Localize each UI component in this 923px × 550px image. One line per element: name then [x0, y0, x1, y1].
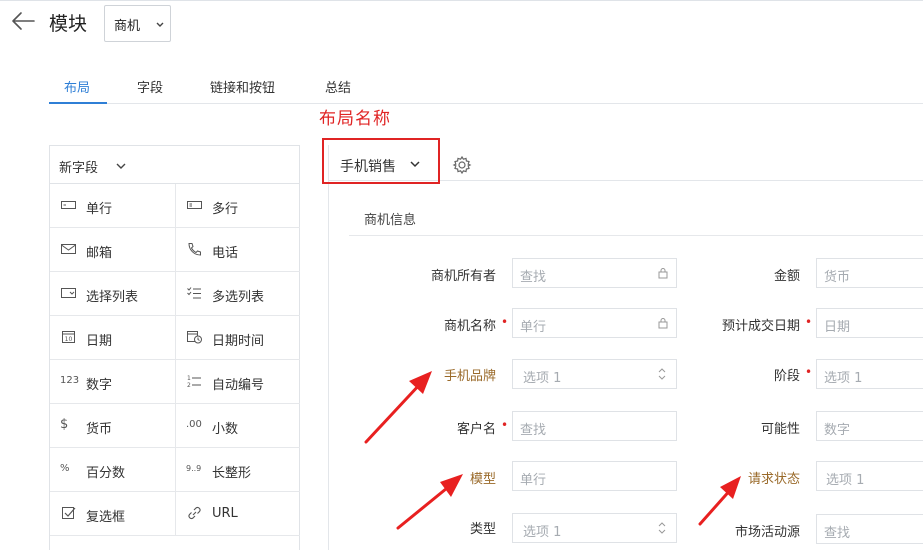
- autonumber-icon: 12: [187, 375, 201, 388]
- field-type-decimal[interactable]: .00 小数: [175, 404, 300, 448]
- field-label-phone-brand: 手机品牌: [443, 369, 496, 384]
- field-type-url[interactable]: URL: [175, 492, 300, 536]
- multi-line-icon: [187, 201, 202, 209]
- field-type-single-line[interactable]: 单行: [50, 184, 175, 228]
- field-type-date[interactable]: 10 日期: [50, 316, 175, 360]
- annotation-arrow: [364, 371, 432, 444]
- field-type-multiselect[interactable]: 多选列表: [175, 272, 300, 316]
- field-label-campaign-source: 市场活动源: [734, 525, 800, 540]
- field-input-opportunity-name[interactable]: 单行: [512, 308, 677, 338]
- field-label-opportunity-owner: 商机所有者: [430, 269, 496, 284]
- field-input-probability[interactable]: 数字: [816, 411, 923, 441]
- field-input-phone-brand[interactable]: 选项 1: [512, 359, 677, 389]
- phone-icon: [188, 243, 201, 256]
- top-bar: 模块 商机: [0, 0, 923, 46]
- long-integer-icon: 9..9: [186, 464, 202, 473]
- field-input-expected-close-date[interactable]: 日期: [816, 308, 923, 338]
- tab-layout[interactable]: 布局: [64, 77, 90, 96]
- chevron-down-icon: [116, 163, 126, 169]
- tab-links-buttons[interactable]: 链接和按钮: [210, 77, 275, 96]
- tab-fields[interactable]: 字段: [137, 77, 163, 96]
- picklist-icon: [61, 288, 76, 298]
- page-title: 模块: [49, 13, 88, 35]
- field-type-email[interactable]: 邮箱: [50, 228, 175, 272]
- section-divider: [349, 235, 923, 236]
- spinner-icon: [658, 522, 666, 534]
- required-marker: •: [501, 418, 509, 432]
- layout-name-annotation: 布局名称: [319, 109, 391, 129]
- new-field-label: 新字段: [59, 161, 99, 176]
- svg-text:2: 2: [187, 382, 191, 388]
- field-type-multi-line[interactable]: 多行: [175, 184, 300, 228]
- percent-icon: %: [60, 463, 70, 474]
- field-input-model[interactable]: 单行: [512, 461, 677, 491]
- tab-summary[interactable]: 总结: [325, 77, 351, 96]
- lock-icon: [658, 268, 668, 279]
- field-type-number[interactable]: 123 数字: [50, 360, 175, 404]
- gear-icon[interactable]: [452, 155, 472, 175]
- field-input-stage[interactable]: 选项 1: [816, 359, 923, 389]
- field-input-request-status[interactable]: 选项 1: [816, 461, 923, 491]
- field-input-campaign-source[interactable]: 查找: [816, 514, 923, 544]
- number-icon: 123: [60, 375, 80, 386]
- field-label-model: 模型: [469, 472, 496, 487]
- annotation-highlight-box: [322, 138, 440, 184]
- new-field-palette: 新字段 单行 多行 邮箱 电话 选择列表 多选列表 10 日期 日期时间 123…: [49, 145, 300, 550]
- module-select-value: 商机: [114, 19, 141, 34]
- field-input-opportunity-owner[interactable]: 查找: [512, 258, 677, 288]
- field-label-probability: 可能性: [760, 422, 800, 437]
- annotation-arrow: [396, 474, 463, 530]
- tab-bar: 布局 字段 链接和按钮 总结: [49, 66, 923, 104]
- svg-text:10: 10: [65, 336, 73, 343]
- field-type-datetime[interactable]: 日期时间: [175, 316, 300, 360]
- section-title: 商机信息: [364, 213, 417, 228]
- back-arrow-icon[interactable]: [10, 9, 36, 33]
- field-type-picklist[interactable]: 选择列表: [50, 272, 175, 316]
- field-input-amount[interactable]: 货币: [816, 258, 923, 288]
- field-type-phone[interactable]: 电话: [175, 228, 300, 272]
- field-type-checkbox[interactable]: 复选框: [50, 492, 175, 536]
- field-input-type[interactable]: 选项 1: [512, 513, 677, 543]
- datetime-icon: [187, 331, 202, 344]
- field-type-autonumber[interactable]: 12 自动编号: [175, 360, 300, 404]
- field-type-long-integer[interactable]: 9..9 长整形: [175, 448, 300, 492]
- annotation-arrow: [698, 476, 741, 526]
- decimal-icon: .00: [186, 419, 202, 430]
- lock-icon: [658, 318, 668, 329]
- field-label-amount: 金额: [773, 269, 800, 284]
- spinner-icon: [658, 368, 666, 380]
- field-label-stage: 阶段: [773, 369, 800, 384]
- new-field-dropdown[interactable]: 新字段: [50, 146, 299, 184]
- field-label-expected-close-date: 预计成交日期: [721, 319, 800, 334]
- active-tab-indicator: [49, 102, 107, 104]
- required-marker: •: [805, 365, 813, 379]
- field-input-account-name[interactable]: 查找: [512, 411, 677, 441]
- single-line-icon: [61, 201, 76, 209]
- field-label-account-name: 客户名: [456, 422, 496, 437]
- chevron-down-icon: [156, 22, 164, 27]
- field-label-type: 类型: [469, 522, 496, 537]
- checkbox-icon: [62, 507, 76, 519]
- field-label-opportunity-name: 商机名称: [443, 319, 496, 334]
- mail-icon: [61, 244, 76, 254]
- layout-panel-border: [328, 145, 329, 550]
- field-type-percent[interactable]: % 百分数: [50, 448, 175, 492]
- multiselect-icon: [187, 287, 201, 299]
- required-marker: •: [501, 315, 509, 329]
- required-marker: •: [805, 315, 813, 329]
- svg-text:1: 1: [187, 375, 191, 382]
- calendar-icon: 10: [62, 331, 75, 343]
- currency-icon: $: [60, 417, 69, 432]
- link-icon: [188, 506, 201, 520]
- field-label-request-status: 请求状态: [747, 472, 800, 487]
- module-select[interactable]: 商机: [104, 5, 171, 42]
- field-type-currency[interactable]: $ 货币: [50, 404, 175, 448]
